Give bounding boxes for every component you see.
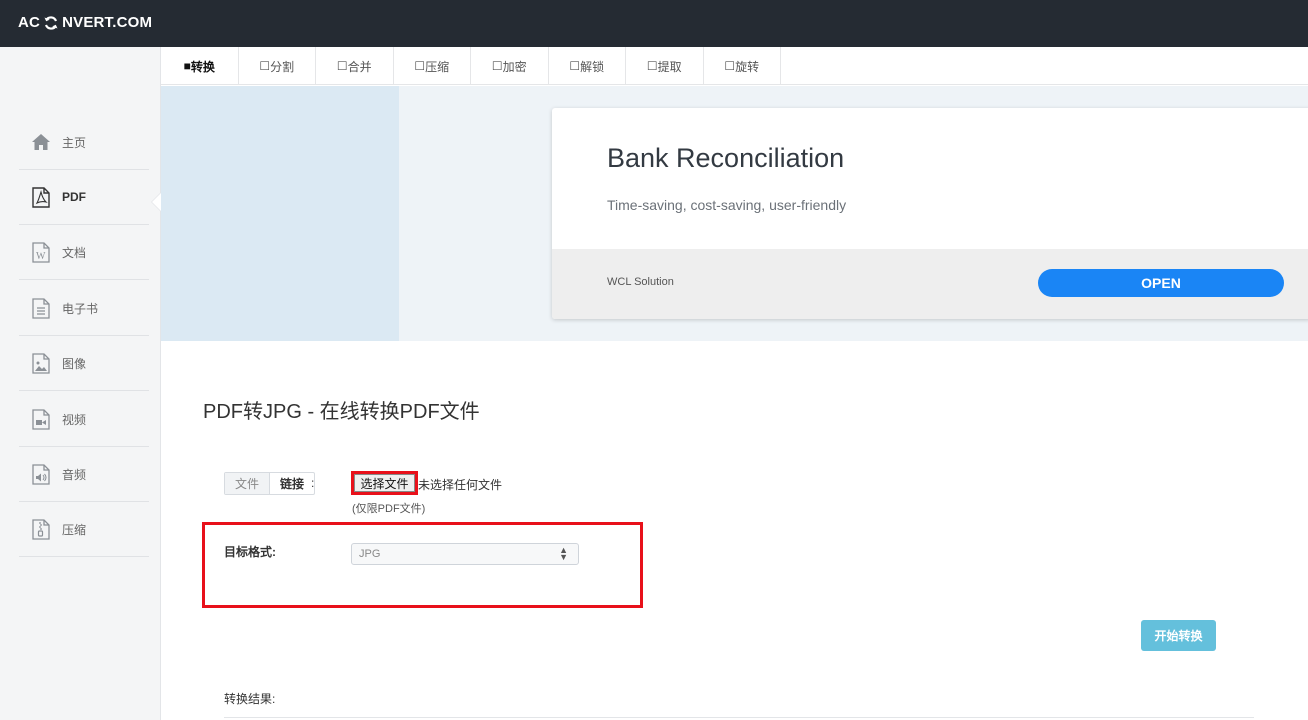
tool-tabs: ■ 转换 ☐ 分割 ☐ 合并 ☐ 压缩 ☐ 加密 ☐ 解锁 ☐ 提取 ☐ 旋转 (161, 47, 1308, 85)
divider (224, 717, 1254, 718)
site-logo[interactable]: AC NVERT.COM (18, 14, 152, 31)
tab-encrypt[interactable]: ☐ 加密 (471, 47, 549, 85)
page-title: PDF转JPG - 在线转换PDF文件 (203, 401, 480, 423)
sidebar-item-documents[interactable]: W 文档 (19, 225, 149, 280)
audio-file-icon (30, 463, 52, 485)
tab-rotate[interactable]: ☐ 旋转 (704, 47, 781, 85)
sidebar-item-label: 音频 (62, 467, 87, 482)
start-convert-button[interactable]: 开始转换 (1141, 620, 1216, 651)
tab-extract[interactable]: ☐ 提取 (626, 47, 704, 85)
highlight-box (202, 522, 643, 608)
ebook-file-icon (30, 297, 52, 319)
tab-label: 旋转 (735, 59, 760, 74)
target-format-label: 目标格式: (224, 545, 276, 559)
sidebar-item-audio[interactable]: 音频 (19, 447, 149, 502)
select-arrows-icon: ▲ ▼ (559, 545, 568, 562)
tab-label: 压缩 (425, 59, 450, 74)
ad-subtitle: Time-saving, cost-saving, user-friendly (607, 197, 847, 213)
logo-prefix: AC (18, 14, 41, 31)
sidebar-item-home[interactable]: 主页 (19, 115, 149, 170)
sidebar-item-label: 图像 (62, 356, 87, 371)
tab-label: 解锁 (580, 59, 605, 74)
ad-brand: WCL Solution (607, 276, 674, 288)
home-icon (30, 131, 52, 153)
tab-label: 分割 (270, 59, 295, 74)
tab-label: 加密 (502, 59, 527, 74)
highlight-box (351, 471, 418, 495)
result-label: 转换结果: (224, 692, 276, 706)
tab-label: 转换 (190, 59, 215, 74)
tab-convert[interactable]: ■ 转换 (161, 47, 239, 85)
tab-split[interactable]: ☐ 分割 (239, 47, 316, 85)
word-file-icon: W (30, 241, 52, 263)
sidebar-item-pdf[interactable]: PDF (19, 170, 149, 225)
active-pointer (151, 192, 161, 212)
ad-card[interactable]: Bank Reconciliation Time-saving, cost-sa… (552, 108, 1308, 319)
tab-unlock[interactable]: ☐ 解锁 (549, 47, 626, 85)
target-format-value: JPG (359, 548, 381, 560)
logo-suffix: NVERT.COM (62, 14, 153, 31)
banner-left-panel (161, 86, 399, 341)
sidebar-item-label: 主页 (62, 135, 87, 150)
tab-label: 提取 (657, 59, 682, 74)
tab-label: 合并 (347, 59, 372, 74)
video-file-icon (30, 408, 52, 430)
ad-footer: WCL Solution OPEN (552, 249, 1308, 319)
source-colon: : (311, 476, 315, 490)
ad-open-button[interactable]: OPEN (1038, 269, 1284, 297)
sidebar-item-label: PDF (62, 190, 86, 204)
svg-text:W: W (36, 251, 46, 262)
file-type-hint: (仅限PDF文件) (352, 503, 426, 515)
no-file-text: 未选择任何文件 (418, 478, 503, 492)
sidebar-item-ebooks[interactable]: 电子书 (19, 281, 149, 336)
source-tab-link[interactable]: 链接 (270, 473, 314, 494)
sidebar-item-images[interactable]: 图像 (19, 336, 149, 391)
archive-file-icon (30, 518, 52, 540)
source-toggle: 文件 链接 (224, 472, 316, 495)
tab-compress[interactable]: ☐ 压缩 (394, 47, 471, 85)
sidebar-item-label: 电子书 (62, 301, 99, 316)
ad-title: Bank Reconciliation (607, 143, 845, 173)
tab-merge[interactable]: ☐ 合并 (316, 47, 394, 85)
top-header: AC NVERT.COM (0, 0, 1308, 47)
sidebar-item-video[interactable]: 视频 (19, 392, 149, 447)
sidebar-item-label: 文档 (62, 245, 87, 260)
source-tab-file[interactable]: 文件 (225, 473, 271, 494)
sidebar-item-archive[interactable]: 压缩 (19, 502, 149, 557)
image-file-icon (30, 352, 52, 374)
pdf-file-icon (30, 186, 52, 208)
target-format-select[interactable]: JPG ▲ ▼ (351, 543, 579, 565)
refresh-icon (43, 15, 59, 31)
sidebar-item-label: 视频 (62, 412, 87, 427)
sidebar-item-label: 压缩 (62, 522, 87, 537)
